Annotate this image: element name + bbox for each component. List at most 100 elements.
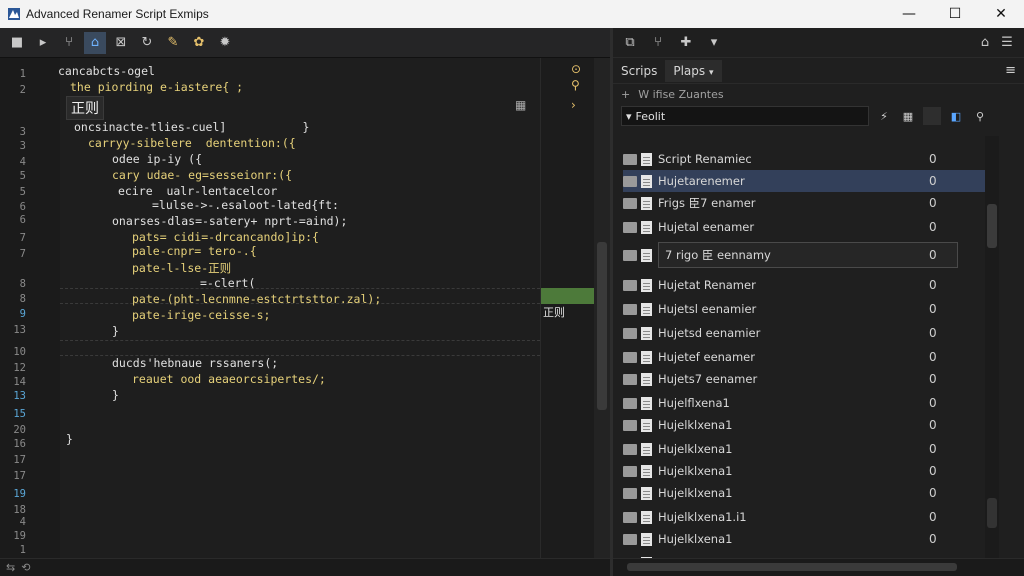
lock-icon[interactable]: ⌂ <box>974 32 996 54</box>
folder-icon[interactable]: ■ <box>6 32 28 54</box>
code-editor[interactable]: 1 2 3 3 4 5 5 6 6 7 7 8 8 9 13 10 12 14 13 15 20 16 17 17 19 18 4 1… <box>0 58 610 574</box>
chevron-right-icon[interactable]: › <box>571 98 576 112</box>
list-scroll-thumb-secondary[interactable] <box>987 498 997 528</box>
line-gutter: 1 2 3 3 4 5 5 6 6 7 7 8 8 9 13 10 12 14 13 15 20 16 17 17 19 18 4 1… <box>0 58 60 574</box>
dock-icon[interactable]: ◧ <box>947 107 965 125</box>
app-logo-icon <box>8 8 20 20</box>
list-item[interactable]: Hujetef eenamer 0 <box>623 346 985 368</box>
folder-icon <box>623 443 637 455</box>
brush-icon[interactable]: ✎ <box>162 32 184 54</box>
script-name: Hujetsl eenamier <box>658 302 757 316</box>
breadcrumb-text[interactable]: W ifise Zuantes <box>638 88 723 101</box>
code-line[interactable]: carryy-sibelere dentention:({ <box>88 136 296 150</box>
wand-icon[interactable]: ⚡ <box>875 107 893 125</box>
bulb-icon[interactable]: ⚲ <box>571 78 580 92</box>
list-item[interactable]: Hujetsl eenamier 0 <box>623 298 985 320</box>
horizontal-scroll-thumb[interactable] <box>627 563 957 571</box>
list-item[interactable]: Hujets7 eenamer 0 <box>623 368 985 390</box>
palette-icon[interactable]: ✿ <box>188 32 210 54</box>
code-line[interactable]: the piording e-iastere{ ; <box>70 80 243 94</box>
folder-icon <box>623 419 637 431</box>
fork-icon[interactable]: ⑂ <box>647 32 669 54</box>
grid-icon[interactable]: ▦ <box>515 98 526 112</box>
fork-icon[interactable]: ⑂ <box>58 32 80 54</box>
pin-icon[interactable]: ⚲ <box>971 107 989 125</box>
warning-icon[interactable]: ⊙ <box>571 62 581 76</box>
title-bar: Advanced Renamer Script Exmips — ☐ ✕ <box>0 0 1024 28</box>
code-line[interactable]: pate-l-lse-正则 <box>132 260 231 276</box>
code-line[interactable]: } <box>112 324 119 338</box>
document-icon <box>641 278 652 292</box>
filter-input[interactable]: ▾ Feolit <box>621 106 869 126</box>
list-item[interactable]: Hujetsd eenamier 0 <box>623 322 985 344</box>
document-icon <box>641 486 652 500</box>
code-line[interactable]: onarses-dlas=-satery+ nprt-=aind); <box>112 214 347 228</box>
list-item[interactable]: Frigs 臣7 enamer 0 <box>623 192 985 214</box>
play-icon[interactable]: ▸ <box>32 32 54 54</box>
code-line[interactable]: cancabcts-ogel <box>58 64 155 78</box>
list-item[interactable]: Hujetal eenamer 0 <box>623 216 985 238</box>
maximize-button[interactable]: ☐ <box>932 0 978 28</box>
list-item[interactable]: Hujelklxena1 0 <box>623 438 985 460</box>
code-line[interactable]: cary udae- eg=sesseionr:({ <box>112 168 292 182</box>
list-item[interactable]: Hujelklxena1 0 <box>623 528 985 550</box>
code-line[interactable]: =-clert( <box>200 276 255 290</box>
code-line[interactable]: oncsinacte-tlies-cuel] } <box>74 120 309 134</box>
list-item[interactable]: Hujelklxena1 0 <box>623 414 985 436</box>
sync-icon[interactable]: ⇆ <box>6 561 15 574</box>
line-number: 8 <box>19 278 26 290</box>
code-line[interactable]: ducds'hebnaue rssaners(; <box>112 356 278 370</box>
hamburger-icon[interactable]: ≡ <box>1005 63 1016 78</box>
script-name: Hujelklxena1 <box>658 442 733 456</box>
list-item[interactable]: Hujelklxena1 0 <box>623 482 985 504</box>
move-icon[interactable]: ✚ <box>675 32 697 54</box>
menu-icon[interactable]: ☰ <box>996 32 1018 54</box>
document-icon <box>641 464 652 478</box>
folder-icon <box>623 465 637 477</box>
copy-icon[interactable]: ⧉ <box>619 32 641 54</box>
chevron-down-icon[interactable]: ▾ <box>703 32 725 54</box>
code-line[interactable]: =lulse->-.esaloot-lated{ft: <box>152 198 339 212</box>
code-line[interactable]: } <box>112 388 119 402</box>
code-line[interactable]: odee ip-iy ({ <box>112 152 202 166</box>
code-line[interactable]: pate-(pht-lecnmne-estctrtsttor.zal); <box>132 292 381 306</box>
grid-icon[interactable]: ▦ <box>899 107 917 125</box>
line-number: 16 <box>13 438 26 450</box>
list-item[interactable]: Script Renamiec 0 <box>623 148 985 170</box>
code-line[interactable]: pale-cnpr= tero-.{ <box>132 244 257 258</box>
list-item[interactable]: Hujelklxena1.i1 0 <box>623 506 985 528</box>
home-icon[interactable]: ⌂ <box>84 31 106 54</box>
code-line[interactable]: pate-irige-ceisse-s; <box>132 308 270 322</box>
image-icon[interactable]: ⊠ <box>110 32 132 54</box>
code-line[interactable]: reauet ood aeaeorcsipertes/; <box>132 372 326 386</box>
line-number: 20 <box>13 424 26 436</box>
folder-icon <box>623 487 637 499</box>
minimap[interactable]: ⊙ ⚲ › ▦ 正则 <box>515 58 595 558</box>
code-line[interactable]: ecire ualr-lentacelcor <box>118 184 277 198</box>
line-number: 9 <box>19 308 26 320</box>
code-line[interactable]: pats= cidi=-drcancando]ip:{ <box>132 230 319 244</box>
blank-icon[interactable] <box>923 107 941 125</box>
add-icon[interactable]: + <box>621 88 630 101</box>
undo-icon[interactable]: ⟲ <box>21 561 30 574</box>
list-item[interactable]: 7 rigo 臣 eennamy 0 <box>623 242 985 268</box>
document-icon <box>641 418 652 432</box>
list-item[interactable]: Hujelflxena1 0 <box>623 392 985 414</box>
horizontal-scrollbar[interactable] <box>613 558 1024 576</box>
list-item[interactable]: Hujetat Renamer 0 <box>623 274 985 296</box>
tab-scripts[interactable]: Scrips <box>613 60 665 82</box>
tab-plaps[interactable]: Plaps ▾ <box>665 59 722 82</box>
editor-scroll-thumb[interactable] <box>597 242 607 410</box>
refresh-icon[interactable]: ↻ <box>136 32 158 54</box>
minimize-button[interactable]: — <box>886 0 932 28</box>
panel-tabs: Scrips Plaps ▾ ≡ <box>613 58 1024 84</box>
list-item[interactable]: Hujelklxena1 0 <box>623 460 985 482</box>
list-item[interactable]: Hujetarenemer 0 <box>623 170 985 192</box>
line-number: 13 <box>13 390 26 402</box>
code-line[interactable]: } <box>66 432 73 446</box>
settings-icon[interactable]: ✹ <box>214 32 236 54</box>
close-button[interactable]: ✕ <box>978 0 1024 28</box>
editor-status-bar: ⇆ ⟲ <box>0 558 610 576</box>
folder-icon <box>623 533 637 545</box>
list-scroll-thumb[interactable] <box>987 204 997 248</box>
